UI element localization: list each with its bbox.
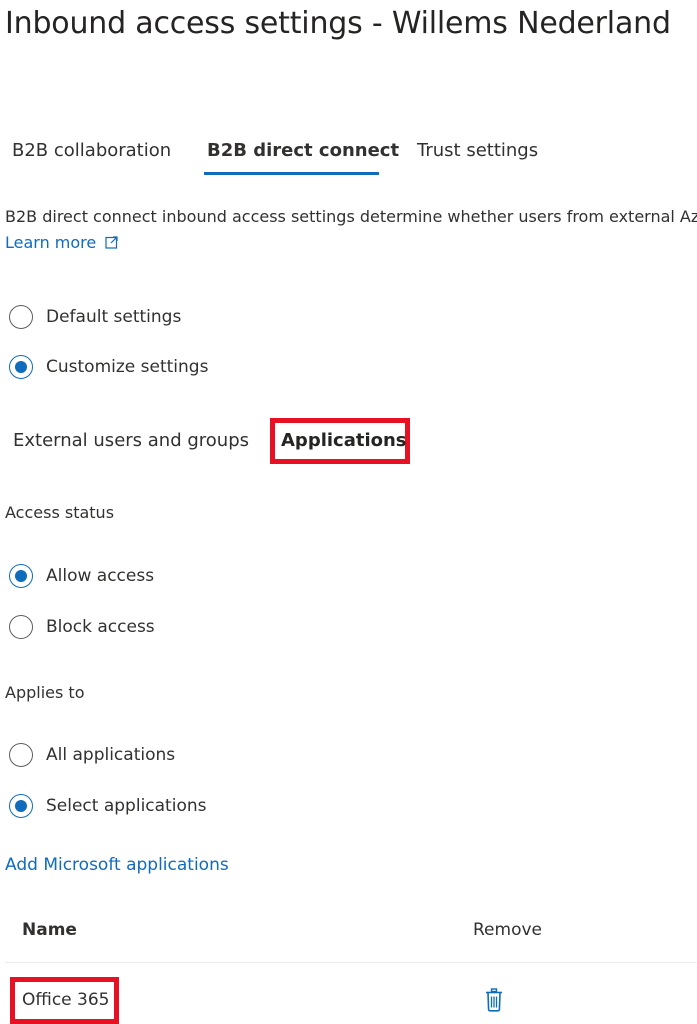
page-title: Inbound access settings - Willems Nederl… <box>5 6 671 41</box>
radio-button[interactable] <box>9 355 33 379</box>
active-tab-indicator <box>204 172 379 175</box>
learn-more-link[interactable]: Learn more <box>5 233 118 252</box>
applies-to-label: Applies to <box>5 683 85 702</box>
radio-button[interactable] <box>9 794 33 818</box>
radio-select-applications[interactable]: Select applications <box>9 794 206 818</box>
radio-button[interactable] <box>9 305 33 329</box>
radio-button[interactable] <box>9 564 33 588</box>
learn-more-label[interactable]: Learn more <box>5 233 96 252</box>
radio-all-applications[interactable]: All applications <box>9 743 175 767</box>
radio-label: Block access <box>46 617 155 637</box>
table-cell-name: Office 365 <box>22 990 110 1010</box>
radio-block-access[interactable]: Block access <box>9 615 155 639</box>
access-status-label: Access status <box>5 503 115 522</box>
add-microsoft-applications-link[interactable]: Add Microsoft applications <box>5 855 229 875</box>
external-link-icon <box>105 236 118 249</box>
radio-label: Select applications <box>46 796 207 816</box>
radio-default-settings[interactable]: Default settings <box>9 305 181 329</box>
subtab-applications[interactable]: Applications <box>281 430 407 451</box>
tab-b2b-collaboration[interactable]: B2B collaboration <box>12 140 171 161</box>
radio-label: Customize settings <box>46 357 209 377</box>
radio-allow-access[interactable]: Allow access <box>9 564 154 588</box>
column-header-name: Name <box>22 920 77 940</box>
radio-customize-settings[interactable]: Customize settings <box>9 355 208 379</box>
radio-button[interactable] <box>9 615 33 639</box>
radio-button[interactable] <box>9 743 33 767</box>
radio-label: Default settings <box>46 307 182 327</box>
trash-icon[interactable] <box>485 988 503 1016</box>
tab-b2b-direct-connect[interactable]: B2B direct connect <box>207 140 399 161</box>
subtab-external-users-and-groups[interactable]: External users and groups <box>13 430 249 451</box>
radio-label: Allow access <box>46 566 155 586</box>
tab-trust-settings[interactable]: Trust settings <box>417 140 538 161</box>
radio-label: All applications <box>46 745 176 765</box>
table-divider <box>5 962 697 963</box>
description-text: B2B direct connect inbound access settin… <box>5 207 697 226</box>
column-header-remove: Remove <box>473 920 542 940</box>
